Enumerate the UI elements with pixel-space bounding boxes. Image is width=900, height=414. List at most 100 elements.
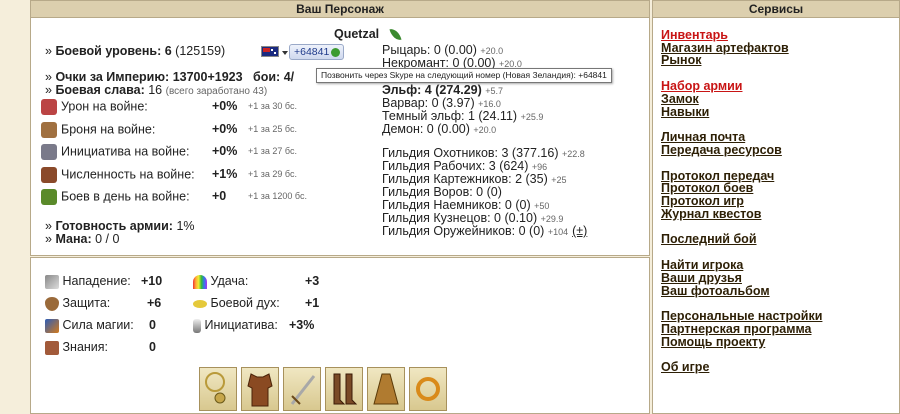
morale-value: +1: [305, 296, 320, 310]
war-bonus-row: Боев в день на войне:: [41, 189, 190, 205]
stat-knowledge: Знания:: [45, 340, 108, 355]
magic-label: Сила магии:: [62, 318, 134, 332]
skype-phone-button[interactable]: +64841: [289, 44, 345, 60]
magic-staff-icon: [45, 318, 59, 333]
service-link[interactable]: Найти игрока: [661, 259, 770, 272]
service-link[interactable]: Инвентарь: [661, 29, 789, 42]
initiative-icon: [41, 144, 57, 160]
faction-text: Демон: 0 (0.00): [382, 122, 470, 136]
war-bonus-note: +1 за 27 бс.: [248, 146, 297, 156]
character-name: Quetzal: [334, 27, 380, 41]
knowledge-value: 0: [149, 340, 156, 354]
mana-value: 0 / 0: [95, 232, 120, 246]
defense-label: Защита:: [62, 296, 111, 310]
war-bonus-value: +0%: [212, 99, 238, 113]
faction-row: Эльф: 4 (274.29) +5.7: [382, 83, 503, 97]
guild-row: Гильдия Кузнецов: 0 (0.10) +29.9: [382, 211, 563, 225]
stats-panel: Нападение: +10 Защита: +6 Сила магии: 0 …: [30, 257, 650, 414]
guild-row: Гильдия Рабочих: 3 (624) +96: [382, 159, 547, 173]
cloak-icon[interactable]: [367, 367, 405, 411]
service-link[interactable]: Помощь проекту: [661, 335, 822, 349]
service-link[interactable]: Передача ресурсов: [661, 144, 782, 157]
guild-text: Гильдия Кузнецов: 0 (0.10): [382, 211, 538, 225]
war-bonus-row: Урон на войне:: [41, 99, 148, 115]
war-bonus-value: +1%: [212, 166, 238, 181]
war-bonus-note: +1 за 1200 бс.: [248, 191, 307, 201]
war-bonus-label: Инициатива на войне:: [61, 144, 190, 159]
army-size-icon: [41, 166, 57, 183]
battles-label: бои:: [252, 70, 281, 84]
sword-damage-icon: [41, 99, 57, 115]
faction-row: Варвар: 0 (3.97) +16.0: [382, 96, 501, 110]
sword-icon[interactable]: [283, 367, 321, 411]
war-bonus-label: Боев в день на войне:: [61, 189, 190, 204]
service-link[interactable]: Ваши друзья: [661, 272, 770, 285]
service-link[interactable]: Навыки: [661, 105, 742, 119]
war-bonus-note: +1 за 25 бс.: [248, 123, 297, 134]
service-link[interactable]: Партнерская программа: [661, 323, 822, 336]
guild-row: Гильдия Охотников: 3 (377.16) +22.8: [382, 146, 585, 160]
defense-value: +6: [147, 296, 162, 310]
ring-icon[interactable]: [409, 367, 447, 411]
faction-note: +20.0: [473, 125, 497, 135]
services-group: Личная почта Передача ресурсов: [661, 131, 782, 156]
amulet-icon[interactable]: [199, 367, 237, 411]
battles-per-day-icon: [41, 189, 57, 205]
mana-label: Мана:: [55, 232, 92, 246]
rainbow-icon: [193, 274, 207, 289]
service-link[interactable]: Рынок: [661, 54, 789, 67]
faction-text: Эльф: 4 (274.29): [382, 83, 482, 97]
service-link[interactable]: Персональные настройки: [661, 310, 822, 323]
faction-text: Темный эльф: 1 (24.11): [382, 109, 518, 123]
faction-row: Темный эльф: 1 (24.11) +25.9: [382, 109, 543, 123]
service-link[interactable]: Ваш фотоальбом: [661, 284, 770, 298]
attack-label: Нападение:: [62, 274, 131, 288]
hourglass-icon: [193, 318, 201, 333]
guild-row: Гильдия Воров: 0 (0): [382, 185, 502, 199]
war-bonus-row: Численность на войне:: [41, 166, 195, 183]
shield-icon: [45, 296, 59, 311]
services-group: Найти игрока Ваши друзья Ваш фотоальбом: [661, 259, 770, 297]
character-panel-header: Ваш Персонаж: [31, 1, 649, 18]
guild-row: Гильдия Наемников: 0 (0) +50: [382, 198, 549, 212]
initiative-value: +3%: [289, 318, 315, 332]
faction-note: +20.0: [480, 46, 504, 56]
service-link[interactable]: Протокол игр: [661, 195, 774, 208]
character-panel: Ваш Персонаж Quetzal » Боевой уровень: 6…: [30, 0, 650, 256]
stat-morale: Боевой дух:: [193, 296, 280, 310]
war-bonus-label: Численность на войне:: [61, 166, 195, 181]
skype-call-icon: [331, 47, 341, 57]
service-link[interactable]: Личная почта: [661, 131, 782, 144]
war-bonus-value: +0%: [212, 144, 238, 158]
services-group: Протокол передач Протокол боев Протокол иг…: [661, 169, 774, 221]
service-link[interactable]: Замок: [661, 93, 742, 106]
boots-icon[interactable]: [325, 367, 363, 411]
faction-note: +16.0: [478, 99, 501, 109]
faction-row: Демон: 0 (0.00) +20.0: [382, 122, 496, 136]
war-bonus-value: +0%: [212, 121, 238, 136]
guild-expand-link[interactable]: (±): [572, 224, 587, 238]
faction-row: Рыцарь: 0 (0.00) +20.0: [382, 43, 503, 57]
service-link[interactable]: Об игре: [661, 361, 709, 374]
dropdown-caret-icon[interactable]: [282, 51, 288, 55]
new-zealand-flag-icon[interactable]: [261, 46, 279, 57]
armor-icon: [41, 121, 57, 138]
glory-value: 16: [148, 83, 163, 97]
guild-text: Гильдия Охотников: 3 (377.16): [382, 146, 559, 160]
service-link[interactable]: Набор армии: [661, 80, 742, 93]
attack-value: +10: [141, 274, 163, 288]
guild-text: Гильдия Наемников: 0 (0): [382, 198, 531, 212]
book-icon: [45, 340, 59, 355]
guild-note: +22.8: [561, 149, 585, 159]
service-link[interactable]: Последний бой: [661, 233, 757, 246]
combat-exp: (125159): [175, 44, 226, 58]
battles-value: 4/: [283, 70, 295, 84]
leather-armor-icon[interactable]: [241, 367, 279, 411]
empire-points-label: Очки за Империю:: [55, 70, 170, 84]
guild-text: Гильдия Рабочих: 3 (624): [382, 159, 529, 173]
initiative-label: Инициатива:: [204, 318, 278, 332]
service-link[interactable]: Журнал квестов: [661, 207, 774, 221]
guild-note: +29.9: [540, 214, 564, 224]
attack-icon: [45, 274, 59, 289]
combat-level-value: 6: [164, 44, 172, 58]
